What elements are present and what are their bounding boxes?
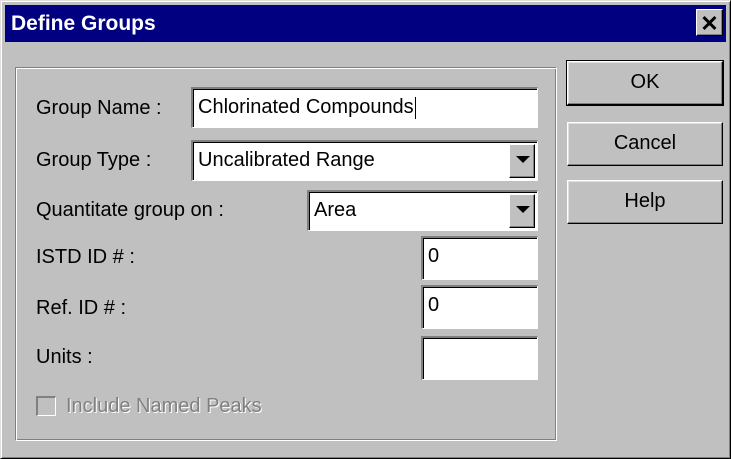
- group-settings-panel: Group Name : Chlorinated Compounds Group…: [15, 67, 557, 441]
- chevron-down-icon[interactable]: [509, 144, 535, 178]
- group-type-select[interactable]: Uncalibrated Range: [191, 140, 538, 181]
- dialog-title: Define Groups: [11, 12, 156, 35]
- ref-id-value: 0: [428, 294, 440, 316]
- istd-id-value: 0: [428, 245, 440, 267]
- text-caret: [414, 96, 416, 119]
- ref-id-input[interactable]: 0: [421, 285, 538, 329]
- chevron-down-icon[interactable]: [509, 194, 535, 228]
- quantitate-label: Quantitate group on :: [36, 199, 224, 221]
- include-named-peaks-checkbox[interactable]: [36, 396, 56, 416]
- istd-id-input[interactable]: 0: [421, 236, 538, 280]
- group-type-value: Uncalibrated Range: [198, 149, 375, 171]
- istd-id-label: ISTD ID # :: [36, 246, 135, 268]
- group-type-label: Group Type :: [36, 149, 152, 171]
- units-input[interactable]: [421, 336, 538, 380]
- group-name-value: Chlorinated Compounds: [198, 96, 414, 118]
- ok-button[interactable]: OK: [566, 60, 724, 106]
- define-groups-dialog: Define Groups ✕ Group Name : Chlorinated…: [0, 0, 731, 459]
- quantitate-select[interactable]: Area: [307, 190, 538, 231]
- cancel-button[interactable]: Cancel: [567, 122, 723, 166]
- help-button[interactable]: Help: [567, 180, 723, 224]
- close-button[interactable]: ✕: [696, 9, 723, 36]
- ref-id-label: Ref. ID # :: [36, 297, 127, 319]
- units-label: Units :: [36, 346, 93, 368]
- include-named-peaks-label: Include Named Peaks: [66, 395, 262, 417]
- group-name-input[interactable]: Chlorinated Compounds: [191, 87, 538, 128]
- title-bar[interactable]: Define Groups ✕: [5, 5, 726, 42]
- group-name-label: Group Name :: [36, 97, 162, 119]
- quantitate-value: Area: [314, 199, 357, 221]
- close-icon: ✕: [700, 11, 719, 36]
